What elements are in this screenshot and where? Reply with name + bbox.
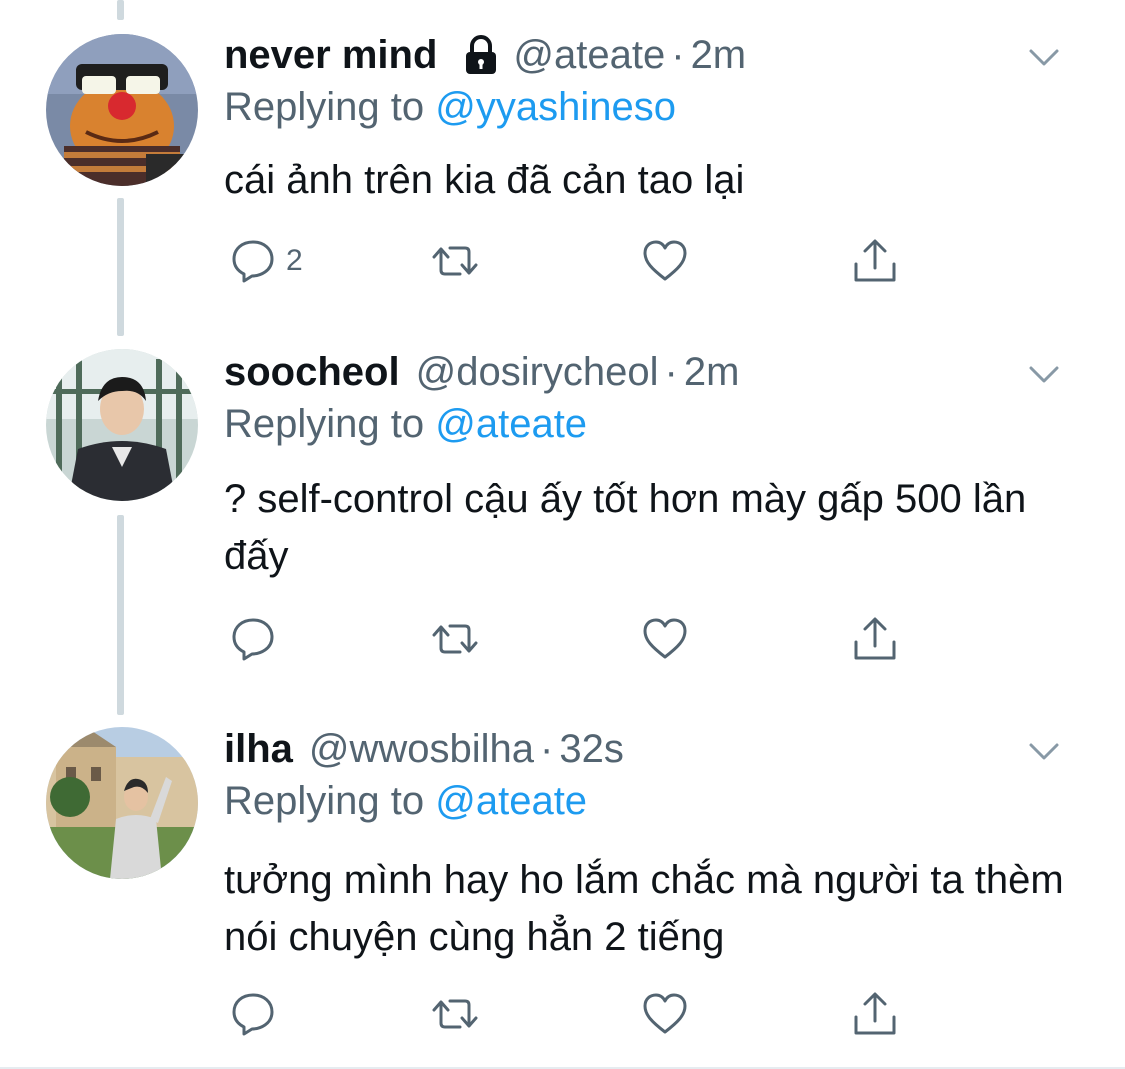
person-photo-avatar-icon	[46, 727, 198, 879]
reply-button[interactable]	[228, 987, 286, 1041]
tweet-text: cái ảnh trên kia đã cản tao lại	[224, 158, 745, 202]
timestamp[interactable]: 2m	[684, 350, 740, 395]
retweet-button[interactable]	[430, 987, 480, 1041]
retweet-icon	[432, 246, 478, 276]
avatar[interactable]	[46, 727, 198, 879]
share-button[interactable]	[850, 987, 900, 1041]
chevron-down-icon[interactable]	[1025, 355, 1063, 393]
user-handle[interactable]: @dosirycheol	[416, 350, 659, 395]
retweet-icon	[432, 999, 478, 1029]
retweet-button[interactable]	[430, 612, 480, 666]
action-bar: 2	[224, 234, 924, 288]
tweet-text: tưởng mình hay ho lắm chắc mà người ta t…	[224, 858, 1064, 959]
replying-to-label: Replying to	[224, 779, 436, 823]
like-button[interactable]	[640, 612, 690, 666]
lock-icon	[466, 35, 497, 74]
heart-icon	[643, 618, 687, 659]
display-name[interactable]: never mind	[224, 33, 437, 78]
tweet-header: never mind @ateate · 2m	[224, 30, 746, 80]
replying-to: Replying to @ateate	[224, 402, 587, 447]
person-photo-avatar-icon	[46, 349, 198, 501]
replying-to: Replying to @yyashineso	[224, 85, 676, 130]
reply-button[interactable]	[228, 612, 286, 666]
avatar[interactable]	[46, 34, 198, 186]
tweet[interactable]: never mind @ateate · 2m Replying to @yya…	[0, 30, 1125, 320]
replying-to-label: Replying to	[224, 85, 436, 129]
thread-line	[117, 0, 124, 20]
mention-link[interactable]: @ateate	[435, 402, 587, 446]
retweet-icon	[432, 624, 478, 654]
tweet-header: soocheol @dosirycheol · 2m	[224, 347, 739, 397]
like-button[interactable]	[640, 234, 690, 288]
avatar[interactable]	[46, 349, 198, 501]
replying-to: Replying to @ateate	[224, 779, 587, 824]
tweet-header: ilha @wwosbilha · 32s	[224, 724, 624, 774]
share-button[interactable]	[850, 234, 900, 288]
separator-dot: ·	[664, 349, 678, 394]
reply-button[interactable]: 2	[228, 234, 303, 288]
chevron-down-icon[interactable]	[1025, 732, 1063, 770]
separator-dot: ·	[671, 32, 685, 77]
user-handle[interactable]: @wwosbilha	[309, 727, 534, 772]
share-icon	[854, 239, 896, 282]
retweet-button[interactable]	[430, 234, 480, 288]
tweet[interactable]: soocheol @dosirycheol · 2m Replying to @…	[0, 347, 1125, 687]
replying-to-label: Replying to	[224, 402, 436, 446]
timestamp[interactable]: 32s	[559, 727, 624, 772]
user-handle[interactable]: @ateate	[513, 33, 665, 78]
share-button[interactable]	[850, 612, 900, 666]
mention-link[interactable]: @yyashineso	[435, 85, 676, 129]
action-bar	[224, 612, 924, 666]
share-icon	[854, 992, 896, 1035]
mention-link[interactable]: @ateate	[435, 779, 587, 823]
separator-dot: ·	[540, 726, 554, 771]
timestamp[interactable]: 2m	[691, 33, 747, 78]
reply-icon	[232, 240, 274, 283]
display-name[interactable]: soocheol	[224, 350, 400, 395]
reply-icon	[232, 993, 274, 1036]
heart-icon	[643, 993, 687, 1034]
tweet[interactable]: ilha @wwosbilha · 32s Replying to @ateat…	[0, 724, 1125, 1069]
heart-icon	[643, 240, 687, 281]
share-icon	[854, 617, 896, 660]
chevron-down-icon[interactable]	[1025, 38, 1063, 76]
display-name[interactable]: ilha	[224, 727, 293, 772]
reply-icon	[232, 618, 274, 661]
reply-count: 2	[286, 244, 303, 277]
tweet-text: ? self-control cậu ấy tốt hơn mày gấp 50…	[224, 477, 1027, 578]
action-bar	[224, 987, 924, 1041]
muppet-avatar-icon	[46, 34, 198, 186]
like-button[interactable]	[640, 987, 690, 1041]
